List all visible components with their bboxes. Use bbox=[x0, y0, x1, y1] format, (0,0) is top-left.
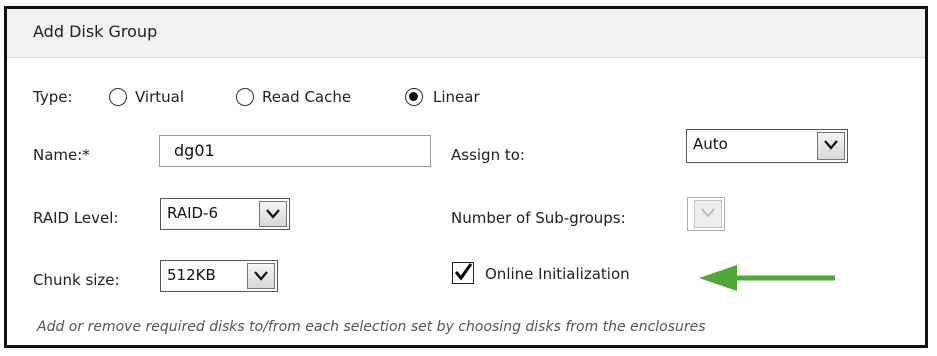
chevron-down-icon bbox=[254, 271, 268, 281]
radio-read-cache-label[interactable]: Read Cache bbox=[262, 88, 351, 106]
radio-linear[interactable] bbox=[405, 88, 423, 106]
chunk-size-select[interactable]: 512KB bbox=[160, 260, 278, 292]
checkmark-icon bbox=[454, 263, 473, 281]
sub-groups-select[interactable] bbox=[687, 197, 725, 231]
assign-to-label: Assign to: bbox=[451, 146, 525, 164]
name-input-value: dg01 bbox=[174, 141, 215, 160]
radio-linear-label[interactable]: Linear bbox=[433, 88, 480, 106]
assign-to-value: Auto bbox=[693, 135, 728, 153]
assign-to-select[interactable]: Auto bbox=[686, 129, 848, 163]
selection-hint-text: Add or remove required disks to/from eac… bbox=[37, 319, 706, 335]
assign-to-dropdown-button[interactable] bbox=[817, 132, 845, 160]
chevron-down-icon bbox=[824, 140, 838, 150]
type-label: Type: bbox=[33, 88, 73, 106]
radio-virtual-label[interactable]: Virtual bbox=[135, 88, 184, 106]
chevron-down-icon bbox=[701, 208, 715, 218]
chunk-size-dropdown-button[interactable] bbox=[247, 263, 275, 289]
radio-read-cache[interactable] bbox=[236, 88, 254, 106]
arrow-left-icon bbox=[699, 265, 835, 291]
radio-selected-dot bbox=[409, 92, 418, 101]
dialog-title-bar: Add Disk Group bbox=[7, 9, 925, 58]
raid-level-select[interactable]: RAID-6 bbox=[160, 198, 290, 230]
raid-level-label: RAID Level: bbox=[33, 209, 119, 227]
online-initialization-label[interactable]: Online Initialization bbox=[485, 265, 630, 283]
online-initialization-checkbox[interactable] bbox=[452, 262, 474, 284]
radio-virtual[interactable] bbox=[109, 88, 127, 106]
chunk-size-label: Chunk size: bbox=[33, 271, 120, 289]
chunk-size-value: 512KB bbox=[167, 266, 216, 284]
name-input[interactable]: dg01 bbox=[159, 135, 431, 167]
raid-level-dropdown-button[interactable] bbox=[259, 201, 287, 227]
sub-groups-label: Number of Sub-groups: bbox=[451, 209, 626, 227]
dialog-title: Add Disk Group bbox=[33, 22, 158, 41]
raid-level-value: RAID-6 bbox=[167, 204, 219, 222]
name-label: Name:* bbox=[33, 146, 90, 164]
chevron-down-icon bbox=[266, 209, 280, 219]
sub-groups-dropdown-button[interactable] bbox=[694, 200, 722, 228]
add-disk-group-dialog: Add Disk Group Type: Virtual Read Cache … bbox=[4, 6, 928, 348]
